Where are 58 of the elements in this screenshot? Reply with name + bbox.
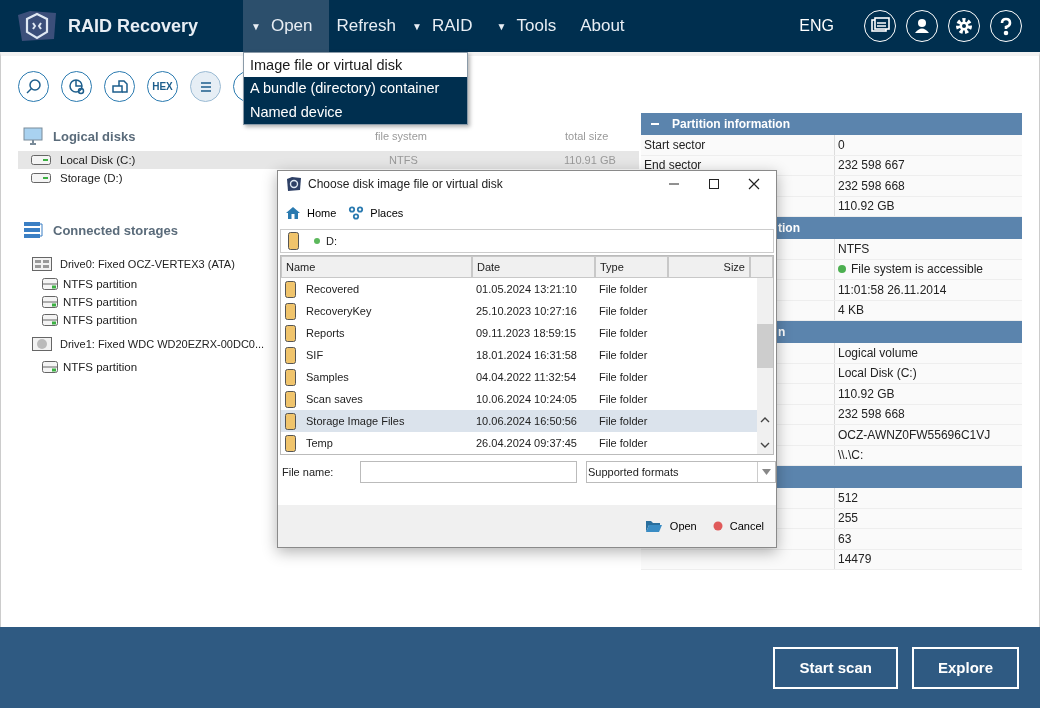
property-value: 232 598 668 bbox=[838, 178, 905, 193]
property-value: 14479 bbox=[838, 552, 872, 567]
file-system: NTFS bbox=[389, 154, 418, 166]
property-label: Start sector bbox=[644, 137, 706, 152]
file-type: File folder bbox=[599, 305, 648, 317]
section-title: Connected storages bbox=[53, 222, 178, 238]
dialog-title: Choose disk image file or virtual disk bbox=[308, 176, 503, 191]
file-date: 10.06.2024 16:50:56 bbox=[476, 415, 577, 427]
property-value: 255 bbox=[838, 511, 859, 526]
column-header: total size bbox=[565, 130, 609, 142]
file-type: File folder bbox=[599, 349, 648, 361]
property-value: 0 bbox=[838, 137, 845, 152]
file-name: SIF bbox=[306, 349, 324, 361]
file-type: File folder bbox=[599, 415, 648, 427]
property-value: \\.\C: bbox=[838, 448, 864, 463]
file-date: 26.04.2024 09:37:45 bbox=[476, 437, 577, 449]
section-title: Partition information bbox=[672, 117, 790, 131]
section-title: Logical disks bbox=[53, 128, 136, 144]
property-value: 110.92 GB bbox=[838, 199, 895, 214]
property-value: File system is accessible bbox=[851, 262, 984, 277]
disk-name: Storage (D:) bbox=[60, 172, 123, 184]
path-text: D: bbox=[326, 235, 337, 247]
file-type: File folder bbox=[599, 437, 648, 449]
property-value: OCZ-AWNZ0FW55696C1VJ bbox=[838, 427, 991, 442]
app-title: RAID Recovery bbox=[68, 15, 199, 37]
file-name: Storage Image Files bbox=[306, 415, 405, 427]
disk-name: Local Disk (C:) bbox=[60, 154, 136, 166]
file-date: 25.10.2023 10:27:16 bbox=[476, 305, 577, 317]
property-value: 110.92 GB bbox=[838, 386, 895, 401]
file-date: 04.04.2022 11:32:54 bbox=[476, 371, 577, 383]
file-type: File folder bbox=[599, 327, 648, 339]
property-value: 63 bbox=[838, 531, 852, 546]
file-name: Temp bbox=[306, 437, 333, 449]
disk-size: 110.91 GB bbox=[564, 154, 616, 166]
file-name: Reports bbox=[306, 327, 345, 339]
file-name: Scan saves bbox=[306, 393, 363, 405]
file-name: Recovered bbox=[306, 283, 360, 295]
property-label: End sector bbox=[644, 158, 702, 173]
file-name: Samples bbox=[306, 371, 349, 383]
file-type: File folder bbox=[599, 283, 648, 295]
column-header: file system bbox=[375, 130, 427, 142]
property-value: 11:01:58 26.11.2014 bbox=[838, 282, 947, 297]
property-value: 232 598 667 bbox=[838, 158, 905, 173]
property-value: 512 bbox=[838, 490, 859, 505]
file-date: 10.06.2024 10:24:05 bbox=[476, 393, 577, 405]
file-type: File folder bbox=[599, 393, 648, 405]
section-title: tion bbox=[777, 221, 800, 235]
file-date: 01.05.2024 13:21:10 bbox=[476, 283, 577, 295]
file-date: 09.11.2023 18:59:15 bbox=[476, 327, 577, 339]
field-label: File name: bbox=[282, 466, 335, 478]
file-date: 18.01.2024 16:31:58 bbox=[476, 349, 577, 361]
property-value: Local Disk (C:) bbox=[838, 366, 917, 381]
property-value: 232 598 668 bbox=[838, 407, 905, 422]
property-value: Logical volume bbox=[838, 345, 919, 360]
file-name: RecoveryKey bbox=[306, 305, 372, 317]
property-value: NTFS bbox=[838, 241, 870, 256]
property-value: 4 KB bbox=[838, 303, 864, 318]
file-type: File folder bbox=[599, 371, 648, 383]
